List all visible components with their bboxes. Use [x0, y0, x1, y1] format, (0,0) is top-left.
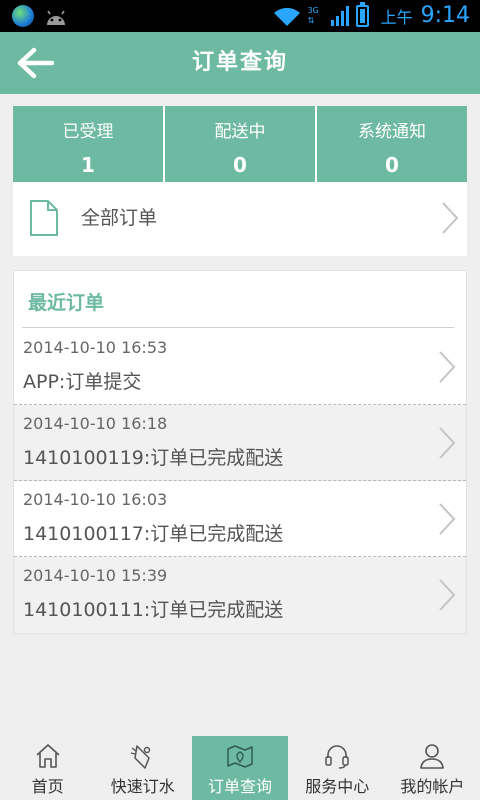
stat-value: 1 — [81, 153, 95, 177]
home-icon — [36, 744, 60, 768]
user-icon — [420, 744, 445, 769]
stat-label: 已受理 — [62, 122, 114, 142]
nav-quick-order[interactable]: 快速订水 — [95, 736, 190, 800]
status-bar: 3G ⇅ 上午 9:14 — [0, 0, 480, 32]
headset-icon — [325, 745, 349, 769]
divider — [22, 327, 454, 328]
all-orders-button[interactable]: 全部订单 — [13, 182, 467, 256]
order-time: 2014-10-10 16:53 — [23, 338, 168, 357]
chevron-right-icon — [439, 351, 456, 383]
nav-service-center[interactable]: 服务中心 — [290, 736, 385, 800]
order-time: 2014-10-10 16:18 — [23, 414, 168, 433]
stat-accepted[interactable]: 已受理 1 — [13, 106, 165, 182]
order-status: 1410100117:订单已完成配送 — [23, 523, 284, 545]
order-status: 1410100119:订单已完成配送 — [23, 447, 284, 469]
nav-label: 订单查询 — [208, 777, 273, 796]
signal-icon — [330, 5, 349, 26]
nav-label: 我的帐户 — [400, 777, 465, 796]
recent-orders-panel: 最近订单 2014-10-10 16:53 APP:订单提交 2014-10-1… — [13, 270, 467, 634]
stat-label: 系统通知 — [358, 122, 426, 142]
android-icon — [47, 10, 65, 25]
chevron-right-icon — [439, 503, 456, 535]
nav-my-account[interactable]: 我的帐户 — [385, 736, 480, 800]
order-time: 2014-10-10 15:39 — [23, 566, 168, 585]
chevron-right-icon — [439, 579, 456, 611]
chevron-right-icon — [442, 202, 459, 234]
bottom-nav: 首页 快速订水 订单查询 服务中心 我的帐户 — [0, 736, 480, 800]
order-row[interactable]: 2014-10-10 15:39 1410100111:订单已完成配送 — [14, 557, 466, 633]
stat-notifications[interactable]: 系统通知 0 — [317, 106, 467, 182]
page-title: 订单查询 — [191, 50, 288, 75]
wifi-icon — [273, 7, 300, 26]
recent-orders-title: 最近订单 — [28, 292, 105, 314]
order-row[interactable]: 2014-10-10 16:03 1410100117:订单已完成配送 — [14, 481, 466, 557]
water-order-icon — [130, 745, 150, 769]
stat-delivering[interactable]: 配送中 0 — [165, 106, 317, 182]
order-row[interactable]: 2014-10-10 16:53 APP:订单提交 — [14, 329, 466, 405]
stat-value: 0 — [385, 153, 399, 177]
order-row[interactable]: 2014-10-10 16:18 1410100119:订单已完成配送 — [14, 405, 466, 481]
order-time: 2014-10-10 16:03 — [23, 490, 168, 509]
am-pm: 上午 — [380, 7, 413, 27]
globe-icon — [12, 5, 34, 27]
stat-label: 配送中 — [214, 122, 266, 142]
nav-label: 首页 — [31, 777, 64, 796]
stat-value: 0 — [233, 153, 247, 177]
chevron-right-icon — [439, 427, 456, 459]
network-type: 3G ⇅ — [307, 5, 319, 25]
document-icon — [30, 200, 58, 236]
nav-label: 服务中心 — [305, 777, 370, 796]
order-status: 1410100111:订单已完成配送 — [23, 599, 284, 621]
nav-order-query[interactable]: 订单查询 — [192, 736, 288, 800]
nav-label: 快速订水 — [110, 777, 175, 796]
battery-icon — [355, 1, 369, 27]
nav-home[interactable]: 首页 — [0, 736, 95, 800]
all-orders-label: 全部订单 — [81, 207, 158, 229]
clock: 9:14 — [420, 3, 470, 28]
order-status: APP:订单提交 — [23, 371, 142, 393]
order-stats: 已受理 1 配送中 0 系统通知 0 — [13, 106, 467, 182]
map-icon — [227, 745, 253, 768]
app-header: 订单查询 — [0, 32, 480, 94]
